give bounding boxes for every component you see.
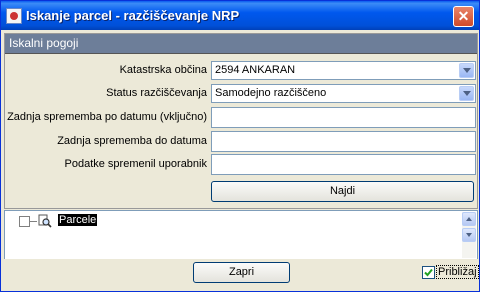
status-select[interactable]: Samodejno razčiščeno	[211, 84, 476, 103]
chevron-down-icon[interactable]	[459, 86, 474, 101]
scroll-up-icon[interactable]	[462, 212, 476, 226]
tree-connector	[29, 221, 37, 222]
status-value: Samodejno razčiščeno	[215, 87, 327, 99]
title-bar[interactable]: Iskanje parcel - razčiščevanje NRP ✕	[1, 1, 479, 30]
close-button[interactable]: Zapri	[193, 262, 290, 283]
dialog-window: Iskanje parcel - razčiščevanje NRP ✕ Isk…	[0, 0, 480, 292]
scroll-down-icon[interactable]	[462, 228, 476, 242]
search-button[interactable]: Najdi	[211, 181, 474, 202]
zoom-checkbox[interactable]	[422, 266, 435, 279]
results-tree: Parcele	[4, 210, 478, 260]
panel-header: Iskalni pogoji	[5, 34, 477, 54]
to-date-label: Zadnja sprememba do datuma	[57, 135, 207, 147]
checkmark-icon	[424, 268, 433, 277]
user-input[interactable]	[211, 154, 476, 175]
search-criteria-panel: Iskalni pogoji Katastrska občina 2594 AN…	[4, 33, 478, 209]
status-label: Status razčiščevanja	[106, 87, 207, 99]
cadastral-municipality-value: 2594 ANKARAN	[215, 64, 296, 76]
tree-node-label[interactable]: Parcele	[58, 214, 98, 226]
close-window-button[interactable]: ✕	[453, 6, 474, 27]
from-date-label: Zadnja sprememba po datumu (vključno)	[7, 111, 207, 123]
chevron-down-icon[interactable]	[459, 63, 474, 78]
zoom-checkbox-label[interactable]: Približaj	[436, 265, 479, 279]
vertical-scrollbar[interactable]	[462, 212, 476, 258]
magnifier-document-icon	[38, 214, 52, 228]
window-title: Iskanje parcel - razčiščevanje NRP	[26, 8, 240, 23]
java-app-icon	[6, 8, 22, 24]
from-date-input[interactable]	[211, 107, 476, 128]
to-date-input[interactable]	[211, 131, 476, 152]
user-label: Podatke spremenil uporabnik	[64, 158, 207, 170]
footer-bar: Zapri Približaj	[1, 259, 479, 291]
cadastral-municipality-select[interactable]: 2594 ANKARAN	[211, 61, 476, 80]
cadastral-municipality-label: Katastrska občina	[119, 64, 207, 76]
